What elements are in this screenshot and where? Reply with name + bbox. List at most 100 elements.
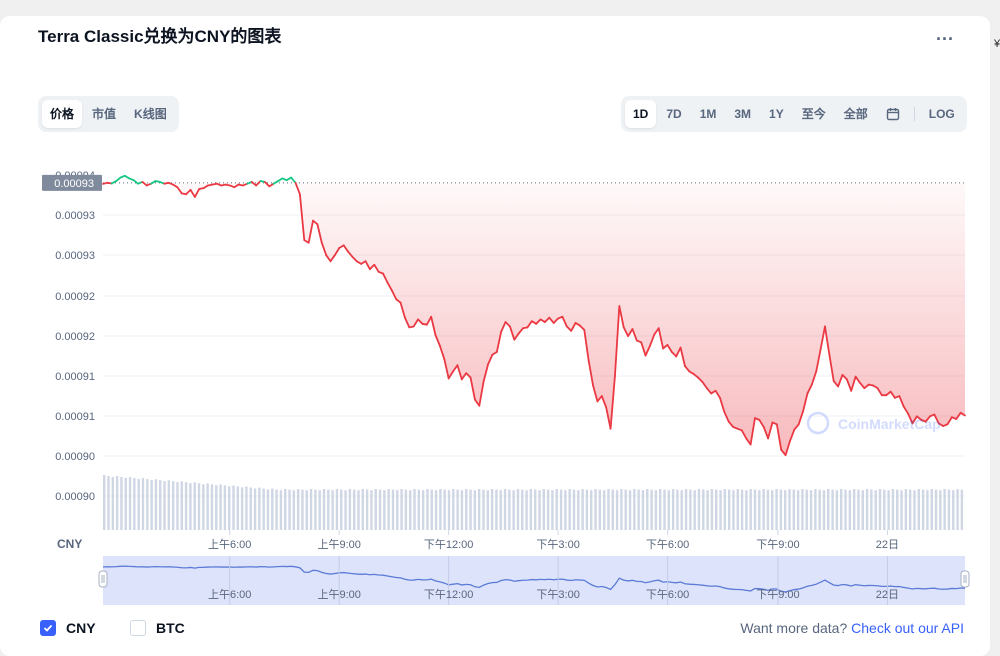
volume-bar (680, 490, 683, 530)
volume-bar (641, 490, 645, 530)
volume-bar (715, 489, 718, 530)
volume-bar (749, 489, 752, 530)
volume-bar (624, 489, 627, 530)
volume-bar (607, 489, 610, 530)
volume-bar (676, 489, 679, 530)
volume-bar (960, 489, 964, 530)
volume-bar (896, 489, 899, 530)
volume-bar (430, 489, 433, 530)
volume-bar (495, 489, 498, 530)
volume-bar (184, 482, 188, 530)
volume-bar (633, 489, 636, 530)
volume-bar (546, 489, 550, 530)
x-tick-label: 上午6:00 (208, 538, 251, 551)
range-navigator[interactable]: 上午6:00 上午9:00 下午12:00 下午3:00 下午6:00 下午9:00 22日 (98, 556, 970, 605)
volume-bar (723, 489, 727, 530)
navigator-handle-right[interactable] (960, 570, 970, 588)
currency-axis-label: CNY (57, 537, 82, 551)
volume-bar (167, 480, 171, 530)
y-tick-label: 0.00090 (55, 451, 95, 463)
volume-bar (577, 490, 580, 530)
volume-bar (792, 489, 795, 530)
volume-bar (197, 483, 201, 530)
volume-bar (671, 489, 675, 530)
legend-cny[interactable]: CNY (40, 620, 96, 636)
x-tick-label: 下午6:00 (646, 538, 689, 551)
volume-bar (585, 489, 589, 530)
navigator-tick-label: 下午12:00 (424, 588, 474, 601)
volume-bar (318, 490, 321, 530)
volume-bar (327, 489, 330, 530)
volume-bar (913, 490, 916, 530)
price-chart[interactable]: 0.000940.000930.000930.000920.000920.000… (0, 0, 1000, 650)
volume-bar (822, 490, 826, 530)
y-tick-label: 0.00092 (55, 291, 95, 303)
volume-bar (538, 490, 541, 530)
volume-bar (904, 489, 908, 530)
checkbox-btc[interactable] (130, 620, 146, 636)
volume-bar (210, 484, 214, 530)
volume-bar (482, 489, 485, 530)
volume-bar (947, 489, 951, 530)
volume-bar (745, 490, 748, 530)
volume-bar (930, 489, 933, 530)
checkbox-cny[interactable] (40, 620, 56, 636)
volume-bar (219, 484, 222, 530)
volume-bar (447, 490, 451, 530)
baseline-label: 0.00093 (54, 178, 94, 190)
volume-bar (215, 485, 218, 530)
volume-bar (637, 489, 640, 530)
volume-bar (844, 489, 847, 530)
volume-bar (852, 489, 856, 530)
api-link[interactable]: Check out our API (851, 620, 964, 636)
volume-bar (814, 489, 817, 530)
volume-bar (775, 489, 778, 530)
x-tick-label: 上午9:00 (317, 538, 360, 551)
volume-bar (271, 488, 274, 530)
volume-bar (956, 489, 959, 530)
volume-bar (348, 489, 352, 530)
volume-bar (878, 489, 882, 530)
volume-bar (236, 486, 240, 530)
volume-bar (861, 490, 864, 530)
legend-btc[interactable]: BTC (130, 620, 185, 636)
volume-bar (111, 476, 115, 530)
volume-bar (176, 482, 179, 530)
volume-bar (357, 490, 360, 530)
navigator-tick-label: 下午6:00 (646, 588, 689, 601)
volume-bar (344, 490, 347, 530)
x-tick-label: 下午3:00 (536, 538, 579, 551)
volume-bar (443, 489, 446, 530)
volume-bar (564, 490, 567, 530)
api-prompt-text: Want more data? (740, 620, 848, 636)
volume-bar (706, 490, 709, 530)
volume-bar (378, 489, 382, 530)
volume-bar (245, 486, 248, 530)
navigator-handle-left[interactable] (98, 570, 108, 588)
volume-bar (710, 489, 714, 530)
volume-bar (926, 490, 929, 530)
volume-bar (107, 475, 110, 530)
volume-bar (689, 489, 692, 530)
x-axis-labels: 上午6:00 上午9:00 下午12:00 下午3:00 下午6:00 下午9:00 22日 (208, 530, 899, 551)
volume-bar (456, 489, 459, 530)
volume-bar (650, 489, 653, 530)
volume-bar (628, 490, 632, 530)
volume-bar (426, 489, 429, 530)
volume-bar (590, 490, 593, 530)
volume-bar (831, 489, 834, 530)
volume-bar (370, 490, 373, 530)
volume-bar (279, 490, 283, 530)
volume-bar (891, 489, 895, 530)
volume-bar (180, 481, 183, 530)
volume-bar (473, 490, 477, 530)
volume-bar (572, 489, 576, 530)
volume-bar (159, 480, 162, 530)
volume-bar (887, 490, 890, 530)
x-tick-label: 下午12:00 (424, 538, 474, 551)
volume-bar (809, 490, 813, 530)
volume-bar (921, 489, 925, 530)
y-tick-label: 0.00090 (55, 491, 95, 503)
volume-bar (534, 489, 537, 530)
y-axis-labels: 0.000940.000930.000930.000920.000920.000… (42, 170, 102, 503)
